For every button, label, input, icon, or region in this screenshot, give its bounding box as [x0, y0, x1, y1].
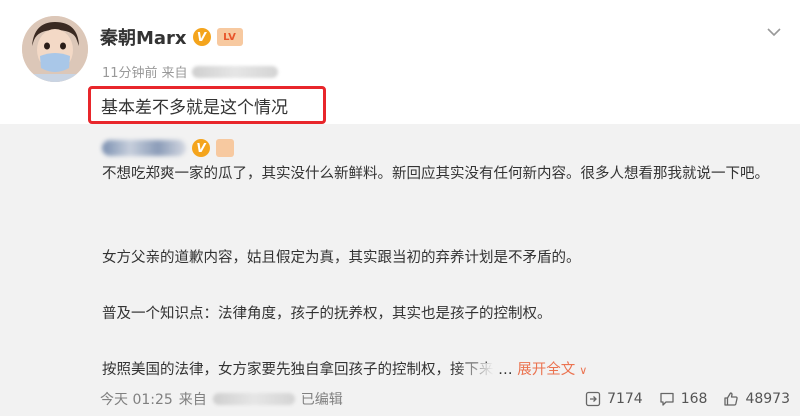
post-meta: 11分钟前 来自: [102, 62, 278, 81]
blurred-source: [191, 65, 278, 78]
repost-meta: 今天 01:25 来自 已编辑: [100, 389, 343, 409]
like-stat[interactable]: 48973: [723, 391, 790, 407]
text-fade: [453, 363, 494, 377]
repost-paragraph: 普及一个知识点：法律角度，孩子的抚养权，其实也是孩子的控制权。: [102, 306, 552, 322]
highlighted-post-text: 基本差不多就是这个情况: [88, 86, 326, 124]
post-source-prefix: 来自: [161, 66, 188, 81]
repost-stat[interactable]: 7174: [585, 391, 643, 407]
author-row: 秦朝Marx V LV: [100, 24, 243, 50]
repost-stats: 7174 168 48973: [585, 391, 790, 407]
level-badge-icon: LV: [216, 28, 243, 46]
comment-icon: [660, 392, 674, 406]
comment-count: 168: [680, 391, 708, 407]
repost-paragraph: 按照美国的法律，女方家要先独自拿回孩子的控制权，接下来: [102, 362, 494, 378]
ellipsis: …: [498, 362, 513, 378]
repost-time[interactable]: 今天 01:25: [100, 389, 173, 409]
edited-label[interactable]: 已编辑: [301, 389, 343, 409]
thumbs-up-icon: [724, 392, 739, 406]
repost-count: 7174: [607, 391, 643, 407]
chevron-down-icon[interactable]: [764, 22, 784, 42]
repost-paragraph: 不想吃郑爽一家的瓜了，其实没什么新鲜料。新回应其实没有任何新内容。很多人想看那我…: [102, 166, 769, 182]
post-text: 基本差不多就是这个情况: [101, 97, 288, 118]
verified-badge-icon: V: [192, 139, 210, 157]
like-count: 48973: [745, 391, 790, 407]
repost-icon: [585, 391, 601, 407]
repost-author-row: V: [102, 137, 234, 159]
verified-badge-icon: V: [192, 28, 211, 46]
avatar[interactable]: [22, 16, 88, 82]
repost-paragraph-truncated: 按照美国的法律，女方家要先独自拿回孩子的控制权，接下来 … 展开全文 ∨: [102, 356, 782, 385]
author-name[interactable]: 秦朝Marx: [100, 24, 187, 50]
comment-stat[interactable]: 168: [659, 391, 708, 407]
repost-footer: 今天 01:25 来自 已编辑 7174 168 48973: [100, 387, 790, 411]
repost-source-prefix: 来自: [178, 392, 207, 408]
weibo-post-screenshot: 秦朝Marx V LV 11分钟前 来自 基本差不多就是这个情况 V 不想吃郑爽…: [0, 0, 800, 416]
blurred-repost-author[interactable]: [102, 140, 186, 156]
member-badge-icon: [216, 139, 234, 157]
chevron-down-icon[interactable]: ∨: [579, 364, 587, 377]
expand-full-text-link[interactable]: 展开全文: [517, 362, 575, 378]
blurred-repost-source: [212, 393, 295, 405]
repost-paragraph: 女方父亲的道歉内容，姑且假定为真，其实跟当初的弃养计划是不矛盾的。: [102, 250, 581, 266]
post-time[interactable]: 11分钟前: [102, 62, 158, 81]
